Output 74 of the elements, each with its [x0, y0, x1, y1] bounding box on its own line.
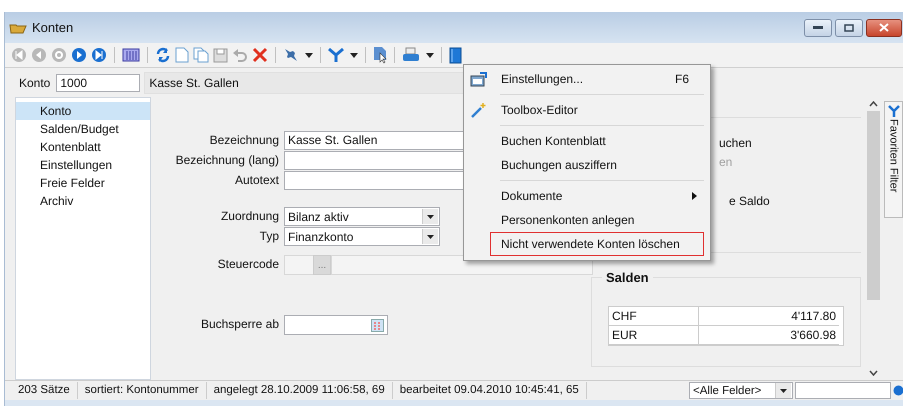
maximize-button[interactable] — [835, 18, 863, 36]
field-label: Zuordnung — [220, 208, 279, 225]
status-text: 203 Sätze — [11, 382, 78, 399]
caret-icon — [427, 214, 434, 218]
table-cell: 4'117.80 — [699, 307, 839, 326]
table-cell: CHF — [609, 307, 699, 326]
globe-icon — [893, 385, 903, 396]
book-icon[interactable] — [449, 46, 462, 64]
status-text: angelegt 28.10.2009 11:06:58, 69 — [206, 382, 393, 399]
field-label: Steuercode — [216, 256, 279, 273]
account-number-field[interactable]: 1000 — [56, 74, 140, 92]
field-filter-dropdown[interactable]: <Alle Felder> — [689, 382, 793, 399]
minimize-button[interactable] — [804, 18, 832, 36]
nav-item[interactable]: Einstellungen — [16, 156, 150, 174]
search-field[interactable] — [795, 382, 891, 399]
printer-icon[interactable] — [402, 47, 420, 63]
group-title: Salden — [602, 270, 653, 285]
filter-icon — [888, 105, 900, 117]
status-text: sortiert: Kontonummer — [78, 382, 207, 399]
caret-icon[interactable] — [305, 52, 313, 58]
field-label: Buchsperre ab — [200, 316, 279, 333]
table-cell: EUR — [609, 326, 699, 345]
nav-item[interactable]: Freie Felder — [16, 174, 150, 192]
tax-code-field[interactable] — [284, 255, 313, 275]
next-record-icon[interactable] — [71, 47, 87, 63]
account-label: Konto — [19, 76, 50, 90]
folder-icon — [9, 22, 27, 34]
close-button[interactable] — [866, 18, 902, 36]
option-label: e Saldo — [728, 193, 771, 210]
calendar-icon[interactable] — [371, 318, 384, 332]
delete-icon[interactable] — [252, 47, 268, 63]
menu-item[interactable]: Buchungen ausziffern — [490, 153, 704, 177]
menu-item[interactable]: Personenkonten anlegen — [490, 208, 704, 232]
nav-item[interactable]: Konto — [16, 102, 150, 120]
window-title: Konten — [32, 20, 74, 35]
menu-item[interactable]: Buchen Kontenblatt — [490, 129, 704, 153]
caret-icon — [780, 388, 787, 392]
dropdown[interactable]: Bilanz aktiv — [284, 207, 440, 226]
nav-item[interactable]: Archiv — [16, 192, 150, 210]
field-label: Bezeichnung (lang) — [174, 152, 279, 169]
field-label: Autotext — [234, 172, 279, 189]
minimize-icon — [813, 26, 823, 30]
option-label: en — [719, 154, 734, 171]
refresh-icon[interactable] — [155, 47, 171, 63]
scroll-up-icon[interactable] — [869, 101, 878, 107]
table-cell: 3'660.98 — [699, 326, 839, 345]
side-tab[interactable]: Favoriten Filter — [884, 101, 903, 218]
submenu-arrow-icon — [692, 192, 697, 200]
maximize-icon — [844, 24, 854, 32]
document-cursor-icon[interactable] — [373, 46, 387, 64]
close-icon — [879, 23, 889, 32]
menu-item[interactable]: Dokumente — [490, 184, 704, 208]
scroll-down-icon[interactable] — [869, 370, 878, 376]
field-label: Bezeichnung — [208, 132, 279, 149]
nav-item[interactable]: Salden/Budget — [16, 120, 150, 138]
option-label: uchen — [719, 135, 753, 152]
nav-item[interactable]: Kontenblatt — [16, 138, 150, 156]
save-icon[interactable] — [213, 48, 228, 62]
new-document-icon[interactable] — [175, 47, 189, 63]
caret-icon[interactable] — [350, 52, 358, 58]
menu-item[interactable]: Toolbox-Editor — [490, 98, 704, 122]
status-text: bearbeitet 09.04.2010 10:45:41, 65 — [392, 382, 587, 399]
menu-item[interactable]: Nicht verwendete Konten löschen — [490, 232, 704, 256]
magic-wand-icon — [470, 102, 486, 118]
date-field[interactable] — [284, 315, 388, 335]
caret-icon — [427, 234, 434, 238]
last-record-icon[interactable] — [91, 47, 107, 63]
copy-document-icon[interactable] — [193, 47, 209, 63]
dropdown[interactable]: Finanzkonto — [284, 227, 440, 246]
field-label: Typ — [258, 228, 279, 245]
table-icon[interactable] — [122, 48, 140, 62]
caret-icon[interactable] — [426, 52, 434, 58]
window-settings-icon — [470, 72, 486, 86]
filter-icon[interactable] — [328, 47, 344, 63]
